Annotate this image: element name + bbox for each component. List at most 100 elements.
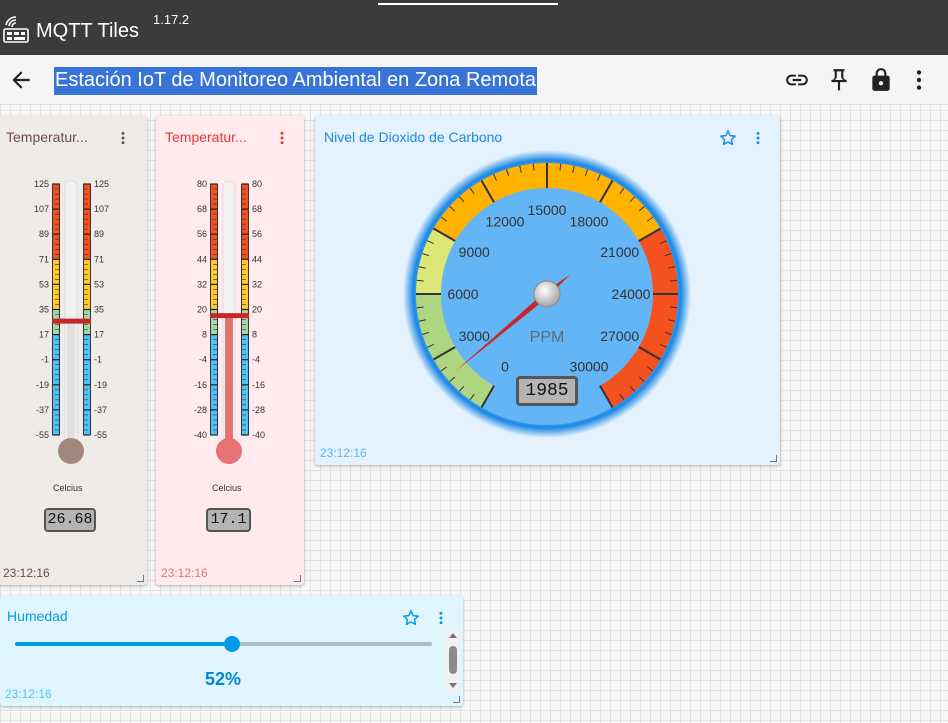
scale-label: 56 [197,229,207,239]
resize-handle[interactable] [294,575,301,582]
gauge-label: 15000 [528,202,567,218]
scale-label: 53 [39,279,49,289]
scale-label: 8 [252,330,257,340]
gauge-label: 18000 [570,213,609,229]
scale-label: 35 [39,305,49,315]
scale-label: 107 [94,204,109,214]
timestamp: 23:12:16 [161,566,208,580]
scale-label: 125 [94,179,109,189]
scale-label: 89 [94,229,104,239]
gauge-label: 3000 [459,328,490,344]
scale-label: -55 [36,430,49,440]
slider-thumb[interactable] [223,636,240,652]
scale-label: -19 [94,380,107,390]
scale-label: -1 [94,355,102,365]
thermometer-gauge: 80 80 68 68 56 56 44 44 32 32 20 20 8 8 -4 -4 -16 -16 -28 -… [194,179,265,464]
scale-label: 35 [94,305,104,315]
timestamp: 23:12:16 [5,687,52,701]
scale-label: -4 [252,355,260,365]
scale-label: 20 [197,305,207,315]
thermo-bulb [58,438,84,464]
scale-label: 56 [252,229,262,239]
gauge-label: 0 [501,359,509,375]
humidity-slider[interactable] [15,636,432,652]
scale-band-right [242,184,248,260]
back-arrow-icon[interactable] [8,67,34,93]
tile-title: Humedad [7,608,68,624]
gauge-unit-label: PPM [530,329,565,346]
value-display: 26.68 [44,508,96,532]
scale-label: 44 [197,254,207,264]
resize-handle[interactable] [137,575,144,582]
co2-gauge-tile[interactable]: Nivel de Dioxido de Carbono 0 3000 6000 900… [315,116,780,465]
tile-menu-icon[interactable] [274,130,290,146]
temperature-tile-2[interactable]: Temperatur... 80 80 68 68 56 56 44 44 32 32 20 20 8 8… [156,116,304,585]
page-title: Estación IoT de Monitoreo Ambiental en Z… [54,67,538,95]
scale-label: -1 [41,355,49,365]
scale-label: 68 [252,204,262,214]
scale-label: 17 [94,330,104,340]
mercury-column [67,321,75,447]
scale-label: -37 [36,405,49,415]
scale-label: 44 [252,254,262,264]
gauge-label: 12000 [486,213,525,229]
value-display: 17.1 [206,508,251,532]
scale-band-left [53,184,59,260]
gauge-label: 30000 [570,359,609,375]
scale-label: -37 [94,405,107,415]
gauge-label: 9000 [459,244,490,260]
gauge-label: 6000 [447,286,478,302]
scroll-thumb [449,646,457,674]
tile-title: Temperatur... [6,129,88,145]
mqtt-tiles-logo-icon [3,16,29,43]
value-marker [52,318,91,324]
scale-label: -40 [252,430,265,440]
link-icon[interactable] [784,67,810,93]
lock-icon[interactable] [868,67,894,93]
gauge-needle-hub [533,280,561,308]
tile-title: Temperatur... [165,129,247,145]
star-icon[interactable] [401,608,421,628]
thermometer-gauge: 125 125 107 107 89 89 71 71 53 53 35 35 17 17 -1 -1 -19 -… [34,179,109,464]
scale-label: 32 [197,279,207,289]
temperature-tile-1[interactable]: Temperatur... 125 125 107 107 89 89 71 71 53 53 35… [0,116,147,585]
unit-label: Celcius [53,483,83,493]
tab-indicator [378,3,558,5]
scale-label: -28 [252,405,265,415]
toolbar: Estación IoT de Monitoreo Ambiental en Z… [0,55,948,105]
scale-label: 68 [197,204,207,214]
slider-fill [15,642,232,646]
resize-handle[interactable] [453,696,460,703]
gauge-label: 27000 [600,328,639,344]
radial-gauge: 0 3000 6000 9000 120001500018000 21000 24000 27… [403,150,691,438]
app-title: MQTT Tiles [36,20,139,42]
value-marker [210,313,249,319]
scale-label: -55 [94,430,107,440]
app-version: 1.17.2 [153,12,190,27]
humidity-value: 52% [205,669,242,689]
timestamp: 23:12:16 [3,566,50,580]
scale-label: 125 [34,179,49,189]
gauge-label: 21000 [600,244,639,260]
resize-handle[interactable] [770,455,777,462]
scale-label: 71 [39,254,49,264]
tile-menu-icon[interactable] [433,610,449,626]
scale-label: -40 [194,430,207,440]
scale-label: -16 [252,380,265,390]
mercury-column [225,315,233,447]
scale-band-left [211,184,217,260]
scale-label: 20 [252,305,262,315]
scale-label: 80 [252,179,262,189]
gauge-label: 24000 [612,286,651,302]
value-display: 1985 [516,376,578,406]
more-vert-icon[interactable] [906,67,932,93]
scale-label: 89 [39,229,49,239]
unit-label: Celcius [212,483,242,493]
humidity-tile[interactable]: Humedad 52% 23:12:16 [0,596,463,706]
scale-label: 71 [94,254,104,264]
app-bar: MQTT Tiles 1.17.2 [0,0,948,55]
scale-label: -16 [194,380,207,390]
scrollbar[interactable] [446,630,460,692]
pin-icon[interactable] [826,67,852,93]
tile-menu-icon[interactable] [115,130,131,146]
